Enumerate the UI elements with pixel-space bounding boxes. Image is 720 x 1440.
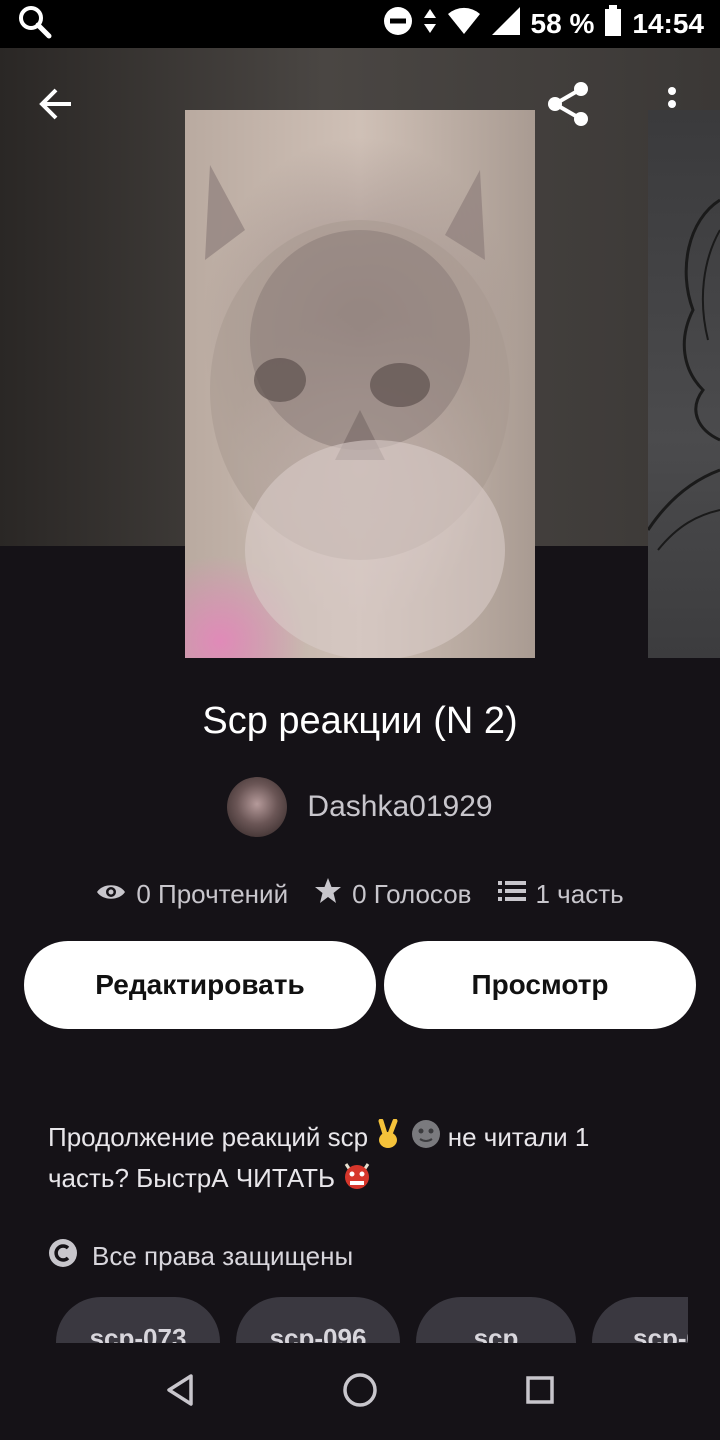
nav-recents-button[interactable] bbox=[516, 1368, 564, 1416]
tag-chip[interactable]: scp bbox=[416, 1297, 576, 1343]
copyright-row: Все права защищены bbox=[48, 1236, 353, 1276]
nav-home-button[interactable] bbox=[336, 1368, 384, 1416]
author-row[interactable]: Dashka01929 bbox=[0, 776, 720, 838]
battery-icon bbox=[604, 4, 622, 44]
share-button[interactable] bbox=[540, 78, 596, 134]
sketch-drawing bbox=[648, 198, 720, 551]
reads-stat: 0 Прочтений bbox=[96, 879, 288, 910]
view-button[interactable]: Просмотр bbox=[384, 941, 696, 1029]
parts-stat: 1 часть bbox=[497, 878, 624, 910]
tag-chip[interactable]: scp-6 bbox=[592, 1297, 688, 1343]
back-button[interactable] bbox=[28, 78, 84, 134]
tag-list: scp-073 scp-096 scp scp-6 bbox=[56, 1297, 688, 1343]
story-description: Продолжение реакций scp не читали 1 част… bbox=[48, 1118, 668, 1200]
list-icon bbox=[497, 879, 526, 910]
moon-face-emoji bbox=[411, 1119, 441, 1159]
data-arrows-icon bbox=[423, 6, 437, 43]
share-icon bbox=[543, 79, 593, 134]
eye-icon bbox=[96, 879, 126, 910]
votes-stat: 0 Голосов bbox=[314, 877, 472, 912]
author-name[interactable]: Dashka01929 bbox=[307, 790, 492, 824]
victory-hand-emoji bbox=[375, 1118, 403, 1159]
home-circle-icon bbox=[342, 1372, 378, 1413]
star-icon bbox=[314, 877, 342, 912]
search-icon[interactable] bbox=[18, 5, 52, 44]
description-text-2: не читали 1 bbox=[447, 1122, 590, 1152]
clock: 14:54 bbox=[632, 8, 704, 39]
wifi-icon bbox=[447, 7, 481, 42]
tag-chip[interactable]: scp-096 bbox=[236, 1297, 400, 1343]
description-text-3: часть? БыстрА ЧИТАТЬ bbox=[48, 1163, 336, 1194]
story-cover-image[interactable] bbox=[185, 110, 535, 658]
description-text-1: Продолжение реакций scp bbox=[48, 1122, 369, 1152]
edit-button[interactable]: Редактировать bbox=[24, 941, 376, 1029]
votes-count: 0 Голосов bbox=[352, 878, 472, 909]
author-avatar[interactable] bbox=[227, 777, 288, 837]
recents-square-icon bbox=[525, 1375, 555, 1410]
status-bar: 58 % 14:54 bbox=[0, 0, 720, 48]
tag-chip[interactable]: scp-073 bbox=[56, 1297, 220, 1343]
battery-percent: 58 % bbox=[530, 8, 595, 39]
parts-count: 1 часть bbox=[535, 878, 624, 909]
cat-photo bbox=[205, 165, 510, 658]
reads-count: 0 Прочтений bbox=[136, 878, 289, 909]
signal-icon bbox=[491, 6, 521, 43]
nav-back-button[interactable] bbox=[156, 1368, 204, 1416]
next-cover-image[interactable] bbox=[648, 110, 720, 658]
back-arrow-icon bbox=[38, 86, 74, 127]
back-triangle-icon bbox=[165, 1373, 195, 1412]
copyright-text: Все права защищены bbox=[92, 1240, 354, 1271]
story-stats: 0 Прочтений 0 Голосов 1 часть bbox=[0, 872, 720, 916]
copyright-icon bbox=[48, 1238, 78, 1275]
story-title: Scp реакции (N 2) bbox=[202, 700, 518, 742]
ogre-mask-emoji bbox=[342, 1160, 372, 1200]
dnd-icon bbox=[383, 6, 413, 43]
